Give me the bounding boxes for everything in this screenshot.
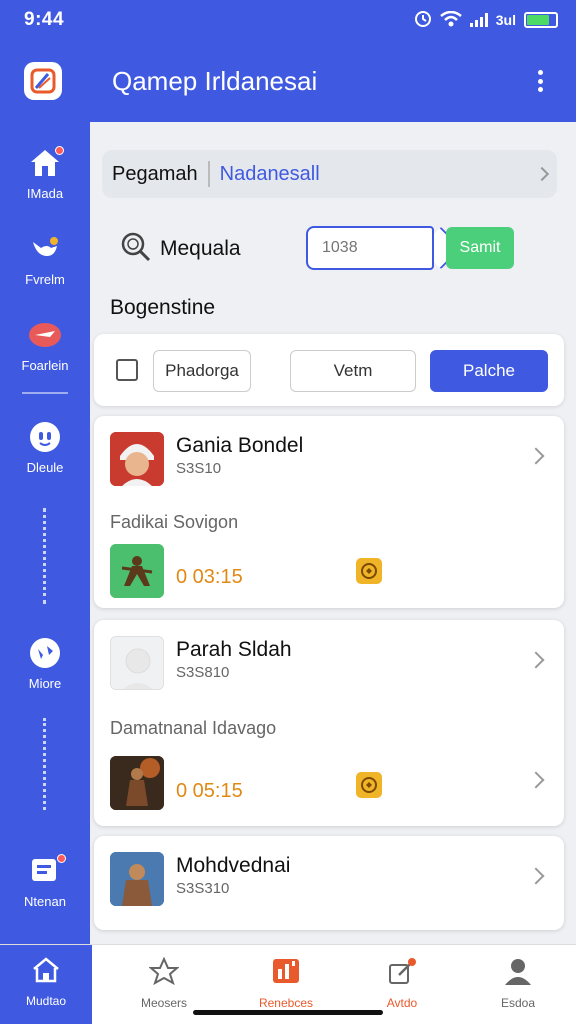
nav-profile[interactable]: Esdoa <box>472 945 564 1024</box>
carrier-text: 3ul <box>495 12 516 28</box>
sidebar-item-label: Fvrelm <box>25 272 65 287</box>
card-description: Damatnanal Idavago <box>110 718 277 738</box>
status-bar: 9:44 3ul <box>0 0 576 40</box>
home-indicator <box>193 1010 383 1015</box>
list-item[interactable]: Mohdvednai S3S310 <box>94 836 564 930</box>
battery-icon <box>524 12 558 28</box>
coin-icon <box>356 772 382 798</box>
globe-icon <box>28 636 62 670</box>
sidebar-divider <box>22 392 68 394</box>
app-bar: Qamep Irldanesai <box>0 40 576 122</box>
card-title: Mohdvednai <box>176 854 291 877</box>
card-title: Gania Bondel <box>176 434 304 457</box>
card-value: 0 03:15 <box>176 566 243 588</box>
edit-icon <box>387 957 417 990</box>
bird-icon <box>28 232 62 266</box>
card-title: Parah Sldah <box>176 638 292 661</box>
card-subtitle: S3S10 <box>176 460 222 477</box>
list-item[interactable]: Gania Bondel S3S10 Fadikai Sovigon 0 03:… <box>94 416 564 608</box>
sidebar-item-label: IMada <box>26 186 64 201</box>
app-logo <box>24 62 62 100</box>
alarm-icon <box>414 10 432 31</box>
more-options-icon[interactable] <box>528 66 552 96</box>
plane-icon <box>28 318 62 352</box>
sidebar-item-bird[interactable]: Fvrelm <box>0 232 90 287</box>
search-row: Mequala Samit <box>120 224 560 274</box>
avatar <box>110 852 164 906</box>
sidebar-item-globe[interactable]: Miore <box>0 636 90 691</box>
nav-label: Meosers <box>140 996 187 1010</box>
wifi-icon <box>439 10 462 30</box>
avatar <box>110 636 164 690</box>
card-value: 0 05:15 <box>176 780 243 802</box>
card-subtitle: S3S310 <box>176 880 230 897</box>
sidebar-item-label: Ntenan <box>24 894 66 909</box>
avatar <box>110 432 164 486</box>
chevron-right-icon <box>534 166 550 182</box>
main-content: Pegamah Nadanesall Mequala Samit Bogenst… <box>90 122 576 944</box>
chevron-right-icon <box>527 447 545 465</box>
search-icon <box>120 231 152 268</box>
filter-bar: Phadorga Vetm Palche <box>94 334 564 406</box>
chevron-right-icon <box>527 771 545 789</box>
sidebar-item-label: Foarlein <box>21 358 69 373</box>
nav-home[interactable]: Mudtao <box>0 945 92 1024</box>
filter-button-3[interactable]: Palche <box>430 350 548 392</box>
home-icon <box>32 957 60 988</box>
nav-label: Renebces <box>258 996 314 1010</box>
breadcrumb-primary[interactable]: Pegamah <box>112 163 198 186</box>
section-title: Bogenstine <box>110 296 216 319</box>
coin-icon <box>356 558 382 584</box>
sidebar-item-label: Dleule <box>26 460 64 475</box>
submit-button[interactable]: Samit <box>446 227 514 269</box>
nav-label: Mudtao <box>25 994 67 1008</box>
profile-icon <box>503 957 533 990</box>
status-icons: 3ul <box>414 10 558 31</box>
sidebar: IMada Fvrelm Foarlein Dleule Miore Ntena… <box>0 122 90 944</box>
game-thumbnail <box>110 756 164 810</box>
select-all-checkbox[interactable] <box>116 359 138 381</box>
chart-icon <box>271 957 301 990</box>
nav-label: Esdoa <box>500 996 536 1010</box>
game-thumbnail <box>110 544 164 598</box>
breadcrumb-separator <box>207 161 210 187</box>
app-title: Qamep Irldanesai <box>112 65 318 96</box>
sidebar-item-home[interactable]: IMada <box>0 146 90 201</box>
chevron-right-icon <box>527 651 545 669</box>
search-label: Mequala <box>160 237 241 260</box>
chevron-right-icon <box>527 867 545 885</box>
filter-button-2[interactable]: Vetm <box>290 350 416 392</box>
nav-label: Avtdo <box>386 996 418 1010</box>
breadcrumb[interactable]: Pegamah Nadanesall <box>102 150 557 198</box>
status-time: 9:44 <box>24 9 65 30</box>
sidebar-item-message[interactable]: Ntenan <box>0 854 90 909</box>
card-subtitle: S3S810 <box>176 664 230 681</box>
star-icon <box>148 956 180 990</box>
signal-icon <box>469 13 488 27</box>
sidebar-item-label: Miore <box>28 676 62 691</box>
breadcrumb-secondary[interactable]: Nadanesall <box>220 163 537 186</box>
sidebar-dotted-divider <box>43 718 46 810</box>
filter-button-1[interactable]: Phadorga <box>153 350 251 392</box>
list-item[interactable]: Parah Sldah S3S810 Damatnanal Idavago 0 … <box>94 620 564 826</box>
card-description: Fadikai Sovigon <box>110 512 239 532</box>
sidebar-dotted-divider <box>43 508 46 604</box>
home-icon <box>28 146 64 180</box>
sidebar-item-plane[interactable]: Foarlein <box>0 318 90 373</box>
sidebar-item-face[interactable]: Dleule <box>0 420 90 475</box>
face-icon <box>28 420 62 454</box>
message-icon <box>28 854 66 888</box>
search-input[interactable] <box>306 226 434 270</box>
